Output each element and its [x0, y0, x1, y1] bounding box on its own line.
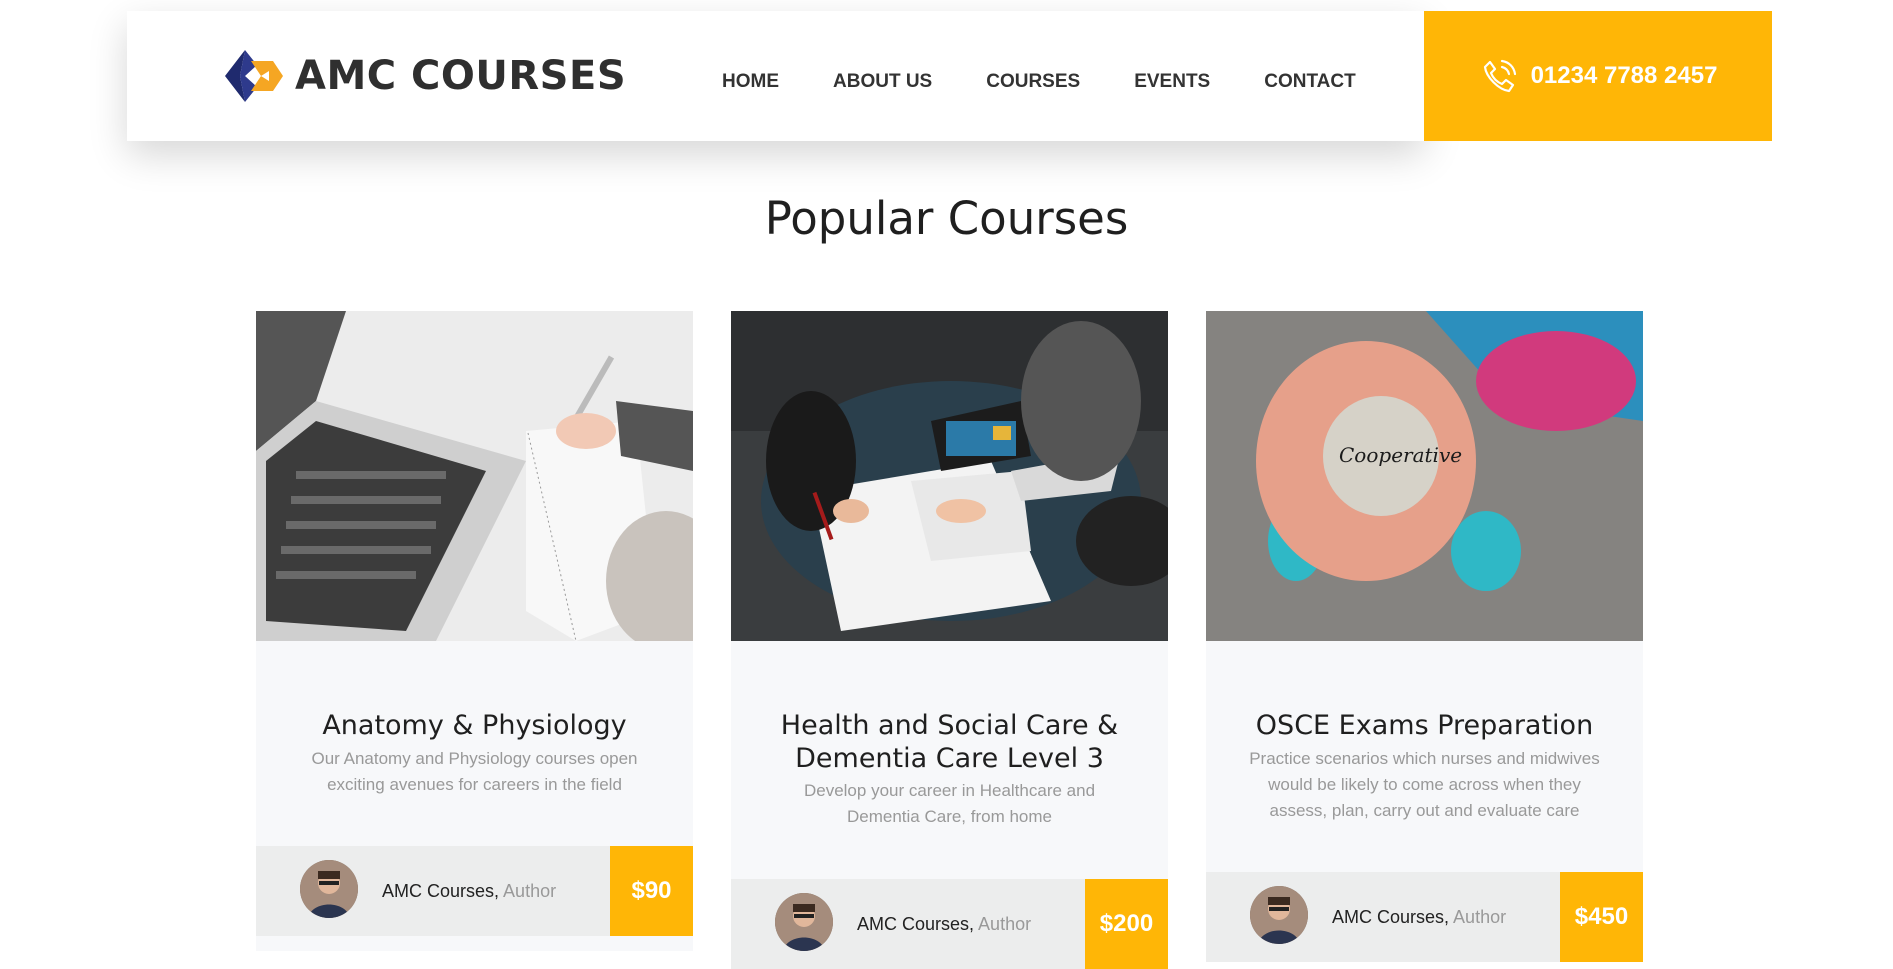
- price-badge[interactable]: $90: [610, 846, 693, 936]
- course-image[interactable]: Cooperative: [1206, 311, 1643, 641]
- course-card[interactable]: Anatomy & Physiology Our Anatomy and Phy…: [256, 311, 693, 951]
- stone-text: Cooperative: [1339, 443, 1463, 467]
- course-card[interactable]: Cooperative OSCE Exams Preparation Pract…: [1206, 311, 1643, 962]
- laptop-notebook-photo: [256, 311, 693, 641]
- course-footer: AMC Courses, Author $450: [1206, 872, 1643, 962]
- site-header: AMC COURSES HOME ABOUT US COURSES EVENTS…: [127, 11, 1424, 141]
- logo[interactable]: AMC COURSES: [221, 47, 626, 105]
- author[interactable]: AMC Courses, Author: [857, 914, 1031, 935]
- author[interactable]: AMC Courses, Author: [382, 881, 556, 902]
- price-badge[interactable]: $450: [1560, 872, 1643, 962]
- course-title[interactable]: Health and Social Care & Dementia Care L…: [751, 709, 1148, 775]
- logo-text: AMC COURSES: [295, 53, 627, 99]
- main-nav: HOME ABOUT US COURSES EVENTS CONTACT: [722, 71, 1356, 93]
- nav-contact[interactable]: CONTACT: [1264, 71, 1355, 93]
- phone-icon: [1483, 59, 1516, 93]
- author[interactable]: AMC Courses, Author: [1332, 907, 1506, 928]
- course-title[interactable]: OSCE Exams Preparation: [1226, 709, 1623, 742]
- logo-icon: [225, 50, 283, 102]
- course-description: Develop your career in Healthcare and De…: [803, 781, 1096, 826]
- avatar: [775, 893, 833, 951]
- course-card[interactable]: Health and Social Care & Dementia Care L…: [731, 311, 1168, 969]
- avatar: [300, 860, 358, 918]
- course-image[interactable]: [256, 311, 693, 641]
- price-badge[interactable]: $200: [1085, 879, 1168, 969]
- course-title[interactable]: Anatomy & Physiology: [276, 709, 673, 742]
- nav-home[interactable]: HOME: [722, 71, 779, 93]
- cooperative-stone-photo: [1206, 311, 1643, 641]
- course-image[interactable]: [731, 311, 1168, 641]
- nav-courses[interactable]: COURSES: [986, 71, 1080, 93]
- avatar: [1250, 886, 1308, 944]
- phone-number: 01234 7788 2457: [1530, 62, 1718, 89]
- course-description: Practice scenarios which nurses and midw…: [1249, 749, 1600, 820]
- course-footer: AMC Courses, Author $200: [731, 879, 1168, 969]
- nav-about-us[interactable]: ABOUT US: [833, 71, 932, 93]
- course-footer: AMC Courses, Author $90: [256, 846, 693, 936]
- team-meeting-photo: [731, 311, 1168, 641]
- nav-events[interactable]: EVENTS: [1134, 71, 1210, 93]
- course-description: Our Anatomy and Physiology courses open …: [311, 749, 638, 794]
- phone-box[interactable]: 01234 7788 2457: [1424, 11, 1772, 141]
- section-title: Popular Courses: [764, 192, 1129, 246]
